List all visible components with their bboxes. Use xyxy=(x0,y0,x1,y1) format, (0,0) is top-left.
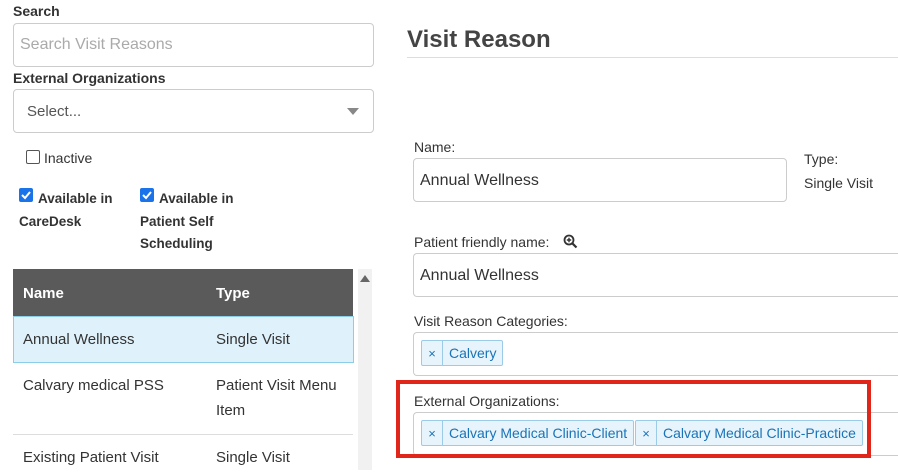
available-pss-label-line3: Scheduling xyxy=(140,236,213,251)
inactive-checkbox[interactable] xyxy=(26,150,40,164)
available-pss-checkbox[interactable] xyxy=(140,188,154,202)
categories-label: Visit Reason Categories: xyxy=(414,313,568,329)
row-type-line2: Item xyxy=(216,402,246,419)
external-org-tag: × Calvary Medical Clinic-Practice xyxy=(635,420,863,446)
search-label: Search xyxy=(13,3,60,19)
page-title: Visit Reason xyxy=(407,26,551,53)
name-label: Name: xyxy=(414,139,456,155)
type-value: Single Visit xyxy=(804,175,874,191)
type-label: Type: xyxy=(804,151,839,167)
available-caredesk-label-line2: CareDesk xyxy=(19,214,82,229)
title-divider xyxy=(407,57,898,58)
select-placeholder: Select... xyxy=(27,103,82,120)
remove-tag-icon[interactable]: × xyxy=(636,421,657,445)
row-name: Annual Wellness xyxy=(23,331,135,348)
zoom-in-icon[interactable] xyxy=(563,234,578,254)
tag-label: Calvery xyxy=(449,345,497,361)
name-input[interactable]: Annual Wellness xyxy=(413,158,787,202)
scrollbar[interactable] xyxy=(358,269,372,470)
scroll-up-arrow-icon[interactable] xyxy=(360,275,370,282)
row-type-line1: Patient Visit Menu xyxy=(216,377,337,394)
available-caredesk-checkbox[interactable] xyxy=(19,188,33,202)
available-caredesk-label-line1: Available in xyxy=(38,191,113,206)
table-row[interactable]: Calvary medical PSS Patient Visit Menu I… xyxy=(13,363,353,435)
search-placeholder: Search Visit Reasons xyxy=(20,36,173,53)
external-organizations-filter-label: External Organizations xyxy=(13,70,166,86)
available-pss-label-line2: Patient Self xyxy=(140,214,214,229)
category-tag: × Calvery xyxy=(421,340,504,366)
table-row[interactable]: Annual Wellness Single Visit xyxy=(13,316,354,363)
row-name: Existing Patient Visit xyxy=(23,449,159,466)
friendly-name-input[interactable]: Annual Wellness xyxy=(413,253,898,297)
external-organizations-label: External Organizations: xyxy=(414,393,560,409)
tag-label: Calvary Medical Clinic-Client xyxy=(449,425,628,441)
row-name: Calvary medical PSS xyxy=(23,377,164,394)
name-value: Annual Wellness xyxy=(420,172,539,189)
tag-label: Calvary Medical Clinic-Practice xyxy=(663,425,856,441)
external-organizations-multiselect[interactable]: × Calvary Medical Clinic-Client × Calvar… xyxy=(413,412,898,456)
table-header: Name Type xyxy=(13,269,353,316)
remove-tag-icon[interactable]: × xyxy=(422,421,443,445)
chevron-down-icon[interactable] xyxy=(347,108,359,115)
table-row[interactable]: Existing Patient Visit Single Visit xyxy=(13,435,353,475)
categories-multiselect[interactable]: × Calvery xyxy=(413,332,898,376)
column-header-name[interactable]: Name xyxy=(23,285,64,302)
search-input[interactable]: Search Visit Reasons xyxy=(13,23,374,67)
external-org-tag: × Calvary Medical Clinic-Client xyxy=(421,420,635,446)
inactive-label: Inactive xyxy=(44,150,93,166)
remove-tag-icon[interactable]: × xyxy=(422,341,443,365)
friendly-name-label: Patient friendly name: xyxy=(414,234,550,250)
column-header-type[interactable]: Type xyxy=(216,285,250,302)
external-organizations-select[interactable]: Select... xyxy=(13,89,374,133)
row-type: Single Visit xyxy=(216,449,290,466)
row-type: Single Visit xyxy=(216,331,290,348)
available-pss-label-line1: Available in xyxy=(159,191,234,206)
friendly-name-value: Annual Wellness xyxy=(420,267,539,284)
